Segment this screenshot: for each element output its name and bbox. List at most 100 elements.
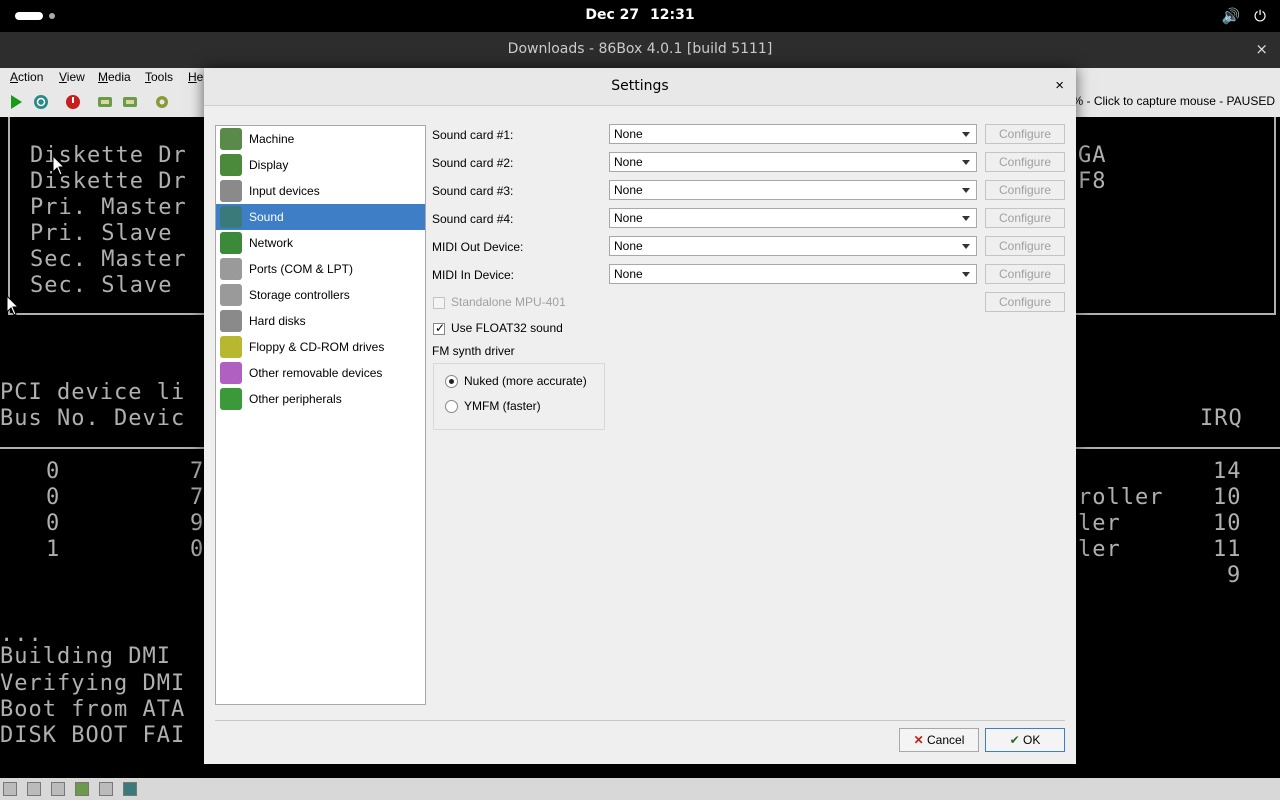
dos-line: F8 <box>1078 169 1107 194</box>
nav-item-floppy-cdrom[interactable]: Floppy & CD-ROM drives <box>216 334 425 360</box>
volume-icon[interactable]: 🔊 <box>1221 7 1240 25</box>
dos-cell: 9 <box>1227 563 1242 588</box>
mpu401-configure-button[interactable]: Configure <box>985 292 1065 312</box>
dos-line: Sec. Slave <box>30 273 187 298</box>
select-value: None <box>614 183 643 197</box>
ok-check-icon: ✔ <box>1009 733 1020 747</box>
nav-item-label: Ports (COM & LPT) <box>249 262 354 276</box>
nav-item-sound[interactable]: Sound <box>216 204 425 230</box>
midi-out-label: MIDI Out Device: <box>432 240 524 254</box>
midi-out-select[interactable]: None <box>609 236 977 256</box>
cancel-icon: ✕ <box>913 733 924 747</box>
sound-card-2-configure-button[interactable]: Configure <box>985 152 1065 172</box>
dos-cell: 7 <box>190 485 205 510</box>
sound-card-1-label: Sound card #1: <box>432 128 514 142</box>
nav-item-label: Network <box>249 236 294 250</box>
sound-card-1-configure-button[interactable]: Configure <box>985 124 1065 144</box>
radio-nuked[interactable] <box>445 375 458 388</box>
cdrom-status-icon[interactable] <box>51 782 65 796</box>
dropdown-arrow-icon <box>962 160 970 165</box>
nav-item-label: Floppy & CD-ROM drives <box>249 340 385 354</box>
system-tray[interactable]: 🔊 ⏻ <box>1207 7 1266 25</box>
power-off-icon[interactable] <box>65 94 81 110</box>
midi-in-configure-button[interactable]: Configure <box>985 264 1065 284</box>
sound-card-2-select[interactable]: None <box>609 152 977 172</box>
dos-cell: 10 <box>1213 511 1242 536</box>
sound-card-icon <box>220 206 242 228</box>
ok-button[interactable]: ✔ OK <box>985 728 1065 752</box>
ctrl-alt-esc-icon[interactable] <box>122 94 138 110</box>
dos-line: DISK BOOT FAI <box>0 723 186 748</box>
radio-nuked-label: Nuked (more accurate) <box>464 374 587 388</box>
menu-help[interactable]: He <box>188 70 203 84</box>
dos-line: Bus No. Devic <box>0 406 186 431</box>
nav-item-hard-disks[interactable]: Hard disks <box>216 308 425 334</box>
nav-item-removable-devices[interactable]: Other removable devices <box>216 360 425 386</box>
nav-item-network[interactable]: Network <box>216 230 425 256</box>
dos-line: PCI device li <box>0 380 186 405</box>
midi-in-label: MIDI In Device: <box>432 268 515 282</box>
main-window-title: Downloads - 86Box 4.0.1 [build 5111] <box>507 41 773 57</box>
menu-tools[interactable]: Tools <box>145 70 173 84</box>
dropdown-arrow-icon <box>962 188 970 193</box>
mpu401-label: Standalone MPU-401 <box>451 295 566 309</box>
sound-card-1-select[interactable]: None <box>609 124 977 144</box>
dropdown-arrow-icon <box>962 216 970 221</box>
clock[interactable]: Dec 27 12:31 <box>0 7 1280 23</box>
select-value: None <box>614 267 643 281</box>
select-value: None <box>614 155 643 169</box>
display-card-icon <box>220 154 242 176</box>
midi-out-configure-button[interactable]: Configure <box>985 236 1065 256</box>
mpu401-checkbox[interactable] <box>433 297 445 309</box>
floppy-status-icon[interactable] <box>3 782 17 796</box>
midi-in-select[interactable]: None <box>609 264 977 284</box>
nav-item-label: Machine <box>249 132 295 146</box>
dialog-separator <box>215 720 1065 721</box>
sound-card-4-configure-button[interactable]: Configure <box>985 208 1065 228</box>
dialog-close-icon[interactable]: × <box>1055 77 1064 94</box>
settings-gear-icon[interactable] <box>154 94 170 110</box>
nav-item-label: Storage controllers <box>249 288 350 302</box>
sound-card-3-label: Sound card #3: <box>432 184 514 198</box>
menu-action[interactable]: Action <box>10 70 43 84</box>
nav-item-input-devices[interactable]: Input devices <box>216 178 425 204</box>
power-icon[interactable]: ⏻ <box>1254 7 1266 25</box>
float32-checkbox[interactable]: ✓ <box>433 321 445 335</box>
dialog-titlebar: Settings × <box>204 68 1076 106</box>
dos-cell: 0 <box>46 459 61 484</box>
sound-status-icon[interactable] <box>123 782 137 796</box>
nav-item-machine[interactable]: Machine <box>216 126 425 152</box>
floppy-status-icon[interactable] <box>27 782 41 796</box>
removable-device-icon <box>220 362 242 384</box>
radio-ymfm[interactable] <box>445 400 458 413</box>
dos-cell: 7 <box>190 459 205 484</box>
ctrl-alt-del-icon[interactable] <box>97 94 113 110</box>
nav-item-other-peripherals[interactable]: Other peripherals <box>216 386 425 412</box>
storage-controller-icon <box>220 284 242 306</box>
menu-view[interactable]: View <box>59 70 85 84</box>
network-status-icon[interactable] <box>75 782 89 796</box>
dos-line: Building DMI <box>0 644 171 669</box>
sound-card-3-select[interactable]: None <box>609 180 977 200</box>
dos-cell: 1 <box>46 537 61 562</box>
main-window-close-icon[interactable]: × <box>1255 40 1268 58</box>
display-status-icon[interactable] <box>99 782 113 796</box>
clock-date: Dec 27 <box>585 7 640 23</box>
reset-icon[interactable] <box>33 94 49 110</box>
play-icon[interactable] <box>8 94 24 110</box>
dropdown-arrow-icon <box>962 132 970 137</box>
sound-card-3-configure-button[interactable]: Configure <box>985 180 1065 200</box>
dropdown-arrow-icon <box>962 244 970 249</box>
menu-media[interactable]: Media <box>98 70 131 84</box>
dialog-title: Settings <box>611 78 669 94</box>
nav-item-storage-controllers[interactable]: Storage controllers <box>216 282 425 308</box>
nav-item-display[interactable]: Display <box>216 152 425 178</box>
nav-item-ports[interactable]: Ports (COM & LPT) <box>216 256 425 282</box>
settings-dialog: Settings × Machine Display Input devices… <box>204 68 1076 764</box>
cancel-button[interactable]: ✕ Cancel <box>899 728 979 752</box>
sound-card-4-label: Sound card #4: <box>432 212 514 226</box>
radio-ymfm-label: YMFM (faster) <box>464 399 541 413</box>
dos-line: Boot from ATA <box>0 697 186 722</box>
sound-card-4-select[interactable]: None <box>609 208 977 228</box>
dos-cell: 0 <box>46 511 61 536</box>
